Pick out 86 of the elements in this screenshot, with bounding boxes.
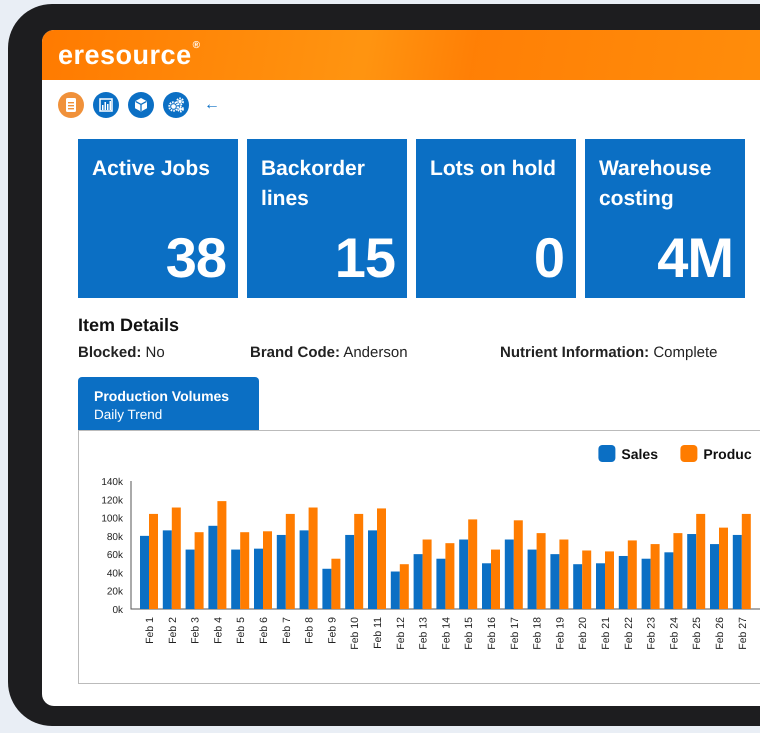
x-axis-label: Feb 25 xyxy=(691,617,704,650)
y-axis-label: 140k xyxy=(101,477,123,488)
x-axis-label: Feb 12 xyxy=(394,617,407,650)
chart-bar xyxy=(231,550,240,609)
y-axis-label: 20k xyxy=(106,586,123,598)
x-axis-label: Feb 20 xyxy=(577,617,590,650)
chart-bar xyxy=(254,548,263,609)
legend-label: Sales xyxy=(621,446,658,462)
chart-tab[interactable]: Production Volumes Daily Trend xyxy=(78,377,259,430)
chart-bar xyxy=(628,540,637,609)
x-axis-label: Feb 7 xyxy=(280,617,293,644)
chart-bar xyxy=(664,552,674,609)
kpi-value: 0 xyxy=(532,228,564,288)
chart-bar xyxy=(414,554,423,609)
detail-field: Brand Code: Anderson xyxy=(250,343,500,363)
chart-bar xyxy=(482,563,491,609)
chart-bar xyxy=(400,564,409,609)
chart-bar xyxy=(186,550,195,609)
y-axis-label: 0k xyxy=(112,605,123,616)
bar-chart-icon[interactable] xyxy=(93,92,119,118)
chart-bar xyxy=(573,564,582,609)
y-axis-label: 100k xyxy=(101,514,123,525)
legend-label: Produc xyxy=(703,446,752,462)
x-axis-label: Feb 5 xyxy=(235,617,248,644)
x-axis-label: Feb 2 xyxy=(166,617,179,644)
section-title: Item Details xyxy=(78,314,180,337)
chart-bar xyxy=(445,543,454,609)
x-axis-label: Feb 26 xyxy=(714,617,726,650)
x-axis-label: Feb 6 xyxy=(258,617,270,644)
chart-bar xyxy=(422,540,432,609)
x-axis-label: Feb 19 xyxy=(554,617,566,650)
y-axis-label: 40k xyxy=(106,568,123,580)
legend-item: Sales xyxy=(598,445,658,462)
kpi-label: Backorder lines xyxy=(261,156,366,212)
x-axis-label: Feb 10 xyxy=(349,617,362,650)
back-button[interactable]: ← xyxy=(204,96,220,114)
x-axis-label: Feb 1 xyxy=(144,617,156,644)
y-axis-label: 80k xyxy=(106,532,123,543)
x-axis-label: Feb 16 xyxy=(486,617,498,650)
chart-bar xyxy=(390,572,400,609)
chart-bar xyxy=(331,558,340,609)
kpi-value: 38 xyxy=(164,228,226,288)
chart-bar xyxy=(642,558,651,609)
chart-bar xyxy=(618,556,628,609)
chart-bar xyxy=(582,550,592,609)
chart-bar xyxy=(559,540,568,609)
x-axis-label: Feb 15 xyxy=(463,617,476,650)
x-axis-label: Feb 14 xyxy=(440,617,452,650)
x-axis-label: Feb 22 xyxy=(622,617,635,650)
x-axis-label: Feb 21 xyxy=(600,617,612,650)
x-axis-label: Feb 4 xyxy=(212,617,224,644)
chart-bar xyxy=(550,554,560,609)
cube-icon[interactable] xyxy=(128,92,154,118)
x-axis-label: Feb 13 xyxy=(418,617,430,650)
registered-mark: ® xyxy=(192,40,200,50)
chart-bar xyxy=(605,551,614,609)
chart-bar xyxy=(650,544,660,609)
x-axis-label: Feb 3 xyxy=(190,617,202,644)
kpi-label: Warehouse costing xyxy=(599,156,712,212)
kpi-label: Lots on hold xyxy=(430,156,557,182)
chart-bar xyxy=(459,540,468,609)
detail-field: Nutrient Information: Complete xyxy=(500,343,718,363)
y-axis-label: 60k xyxy=(106,550,123,562)
gears-icon[interactable] xyxy=(163,92,189,118)
chart-bar xyxy=(710,544,719,609)
chart-bar xyxy=(596,563,605,609)
y-axis-label: 120k xyxy=(101,495,123,506)
detail-field: Blocked: No xyxy=(78,343,250,363)
kpi-value: 4M xyxy=(656,228,733,288)
x-axis-label: Feb 17 xyxy=(508,617,521,650)
chart-bar xyxy=(491,550,500,609)
x-axis-label: Feb 24 xyxy=(668,617,680,650)
chart-bar xyxy=(436,558,446,609)
brand-logo: eresource xyxy=(58,40,192,70)
x-axis-label: Feb 18 xyxy=(532,617,544,650)
x-axis-label: Feb 27 xyxy=(736,617,749,650)
kpi-value: 15 xyxy=(334,228,395,288)
x-axis-label: Feb 9 xyxy=(326,617,338,644)
x-axis-label: Feb 8 xyxy=(304,617,316,644)
x-axis-label: Feb 11 xyxy=(372,617,384,649)
chart-bar xyxy=(322,568,332,609)
x-axis-label: Feb 23 xyxy=(646,617,658,650)
legend-item: Produc xyxy=(680,445,752,462)
chart-bar xyxy=(528,550,537,609)
chart-bar xyxy=(504,540,514,609)
kpi-label: Active Jobs xyxy=(92,156,211,182)
